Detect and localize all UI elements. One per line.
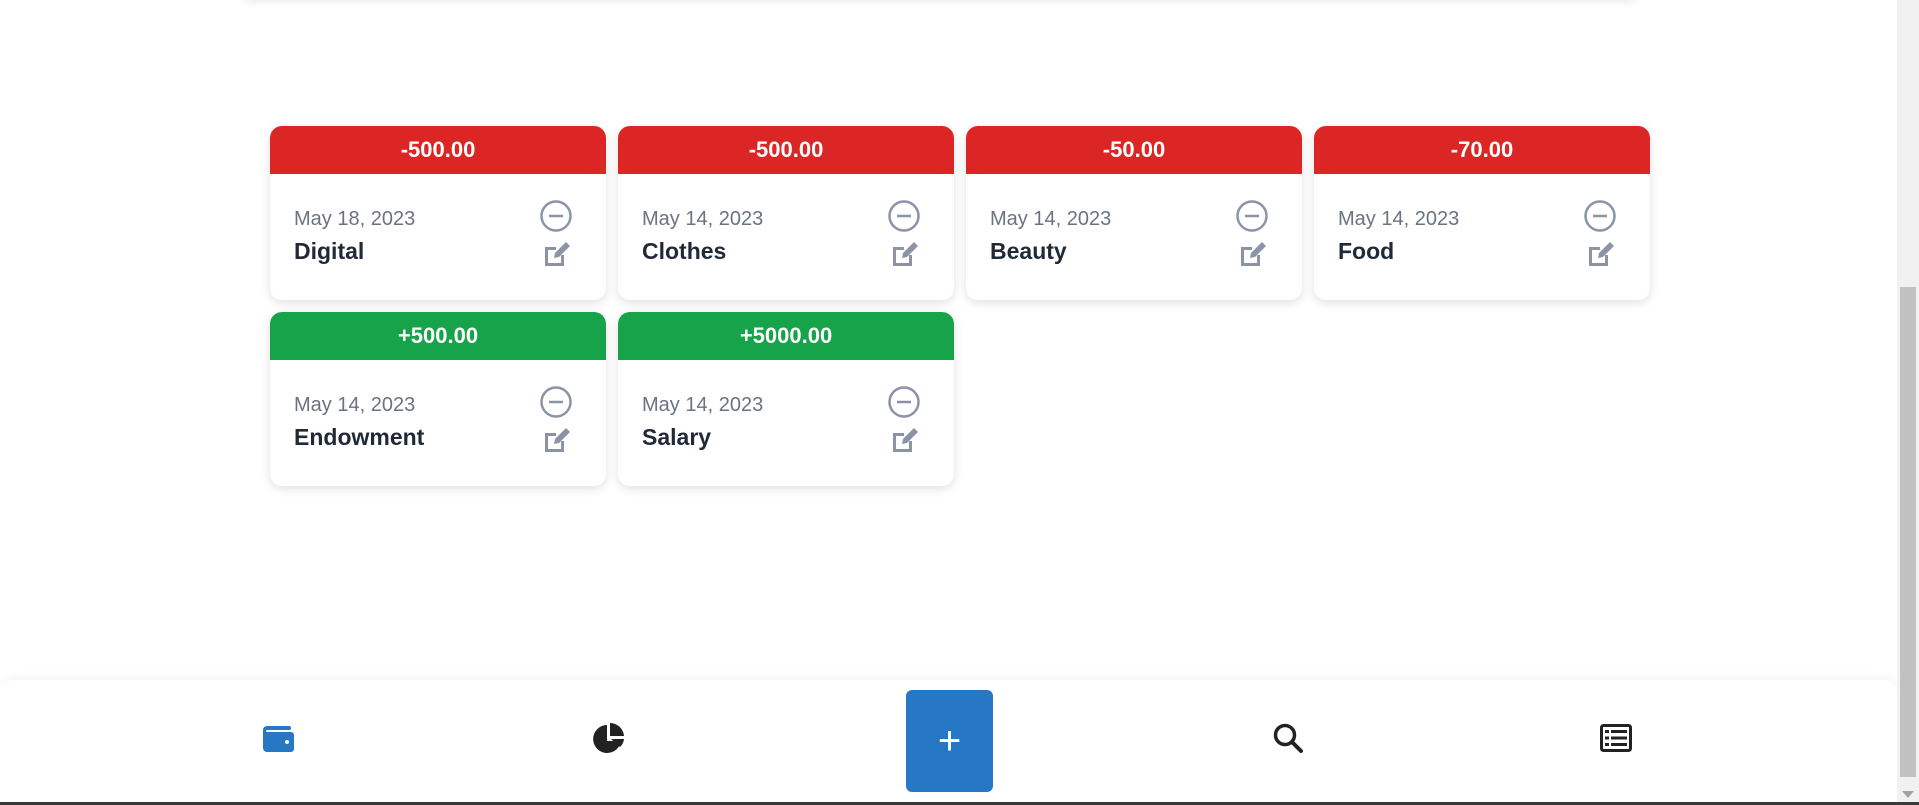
pie-chart-icon[interactable] [587,716,631,760]
edit-icon[interactable] [1234,236,1270,272]
remove-icon[interactable] [886,198,922,234]
transaction-amount: +5000.00 [618,312,954,360]
transaction-amount: -70.00 [1314,126,1650,174]
transaction-card: -500.00 May 14, 2023 Clothes [618,126,954,300]
bottom-nav: + [0,680,1897,802]
transaction-category: Beauty [990,238,1067,264]
scrollbar-thumb[interactable] [1900,287,1916,777]
edit-icon[interactable] [1582,236,1618,272]
app-viewport: -500.00 May 18, 2023 Digital -500.00 May… [0,0,1897,802]
transaction-date: May 14, 2023 [990,208,1112,230]
transaction-card: -50.00 May 14, 2023 Beauty [966,126,1302,300]
wallet-icon[interactable] [257,716,301,760]
scroll-down-arrow-icon[interactable] [1902,791,1914,798]
search-icon[interactable] [1266,716,1310,760]
transaction-amount: -500.00 [618,126,954,174]
remove-icon[interactable] [1234,198,1270,234]
transaction-card: -70.00 May 14, 2023 Food [1314,126,1650,300]
transaction-amount: -50.00 [966,126,1302,174]
add-label: + [937,718,962,763]
transaction-date: May 14, 2023 [294,394,416,416]
transaction-date: May 14, 2023 [642,208,764,230]
remove-icon[interactable] [538,384,574,420]
transaction-amount: +500.00 [270,312,606,360]
transaction-category: Clothes [642,238,727,264]
transaction-category: Endowment [294,424,425,450]
transaction-category: Salary [642,424,712,450]
add-transaction-button[interactable]: + [906,690,993,792]
list-icon[interactable] [1594,716,1638,760]
transaction-date: May 18, 2023 [294,208,416,230]
transaction-date: May 14, 2023 [642,394,764,416]
transaction-card: +500.00 May 14, 2023 Endowment [270,312,606,486]
edit-icon[interactable] [886,236,922,272]
transaction-grid: -500.00 May 18, 2023 Digital -500.00 May… [270,126,1660,486]
remove-icon[interactable] [1582,198,1618,234]
edit-icon[interactable] [886,422,922,458]
transaction-category: Food [1338,238,1395,264]
remove-icon[interactable] [538,198,574,234]
edit-icon[interactable] [538,236,574,272]
transaction-category: Digital [294,238,365,264]
transaction-card: +5000.00 May 14, 2023 Salary [618,312,954,486]
remove-icon[interactable] [886,384,922,420]
edit-icon[interactable] [538,422,574,458]
transaction-date: May 14, 2023 [1338,208,1460,230]
transaction-amount: -500.00 [270,126,606,174]
vertical-scrollbar[interactable] [1897,0,1919,802]
transaction-card: -500.00 May 18, 2023 Digital [270,126,606,300]
